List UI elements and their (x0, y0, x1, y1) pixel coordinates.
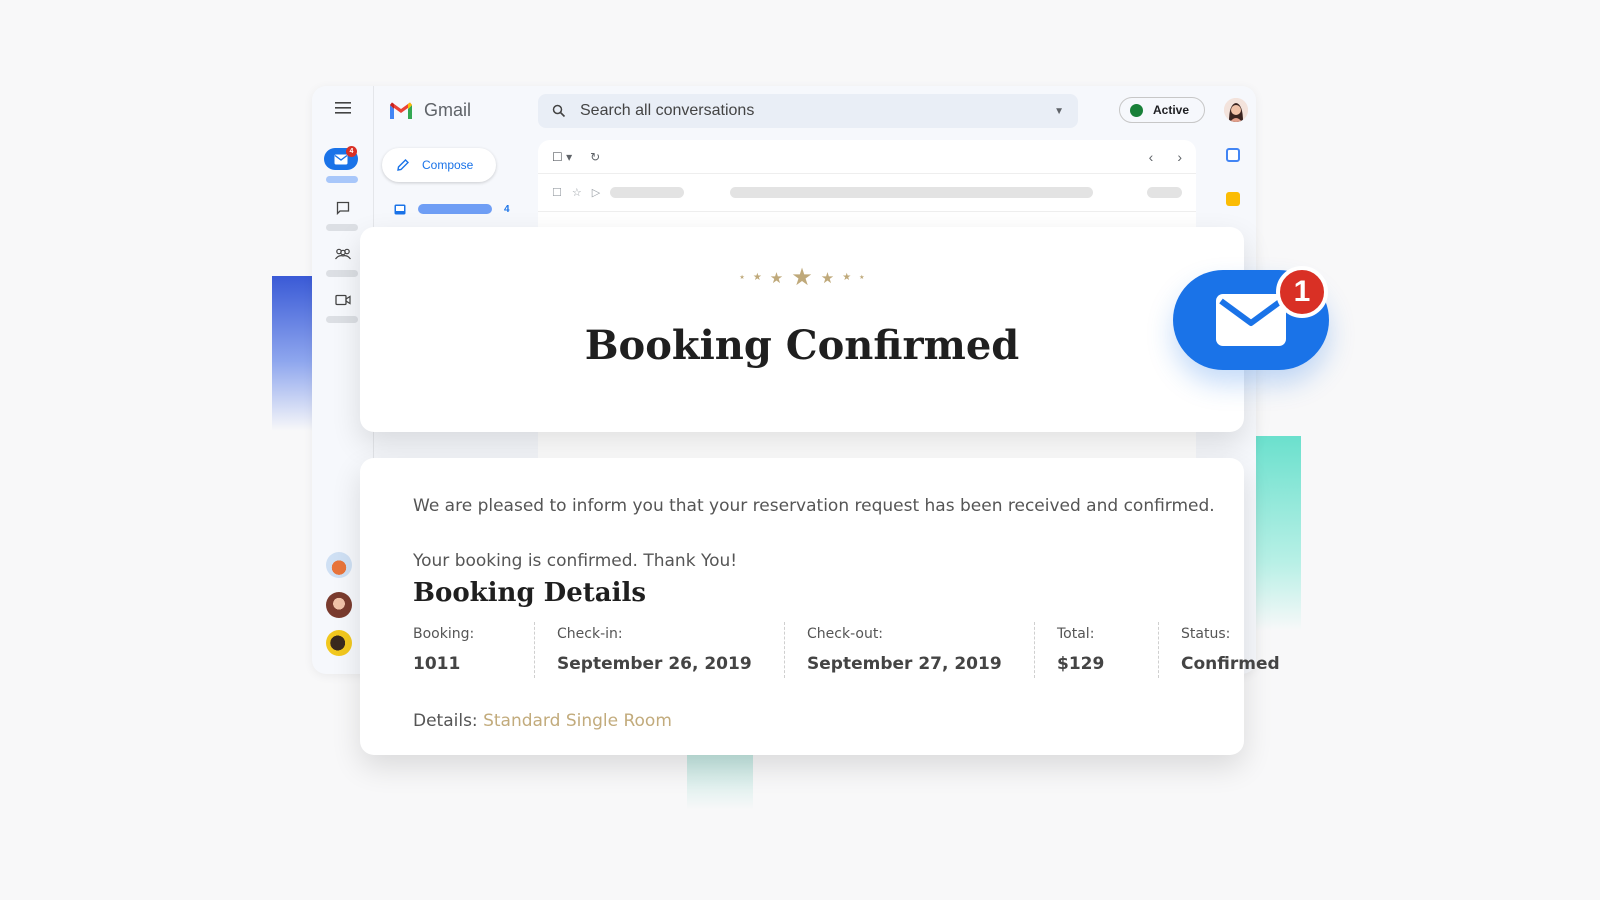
contact-avatar-3[interactable] (326, 630, 352, 656)
pencil-icon (397, 159, 409, 171)
check-out-column: Check-out: September 27, 2019 (807, 622, 1035, 678)
compose-label: Compose (422, 158, 474, 172)
rail-label-mail (326, 176, 358, 183)
status-column: Status: Confirmed (1181, 622, 1301, 678)
menu-icon[interactable] (330, 98, 356, 118)
thanks-text: Your booking is confirmed. Thank You! (413, 551, 738, 571)
status-label: Active (1153, 103, 1190, 117)
decor-teal-bar (1256, 436, 1301, 631)
meet-icon[interactable] (330, 290, 356, 310)
search-input[interactable]: Search all conversations (580, 102, 754, 120)
prev-page-icon[interactable]: ‹ (1149, 149, 1154, 165)
total-value: $129 (1057, 654, 1105, 674)
gmail-logo-icon (390, 102, 412, 119)
stars-ornament-icon: ★ ★ ★ ★ ★ ★ ★ (739, 264, 865, 291)
status-value: Confirmed (1181, 654, 1280, 674)
total-label: Total: (1057, 626, 1095, 642)
status-dot-icon (1130, 103, 1143, 117)
rail-label-spaces (326, 270, 358, 277)
inbox-count: 4 (504, 203, 510, 215)
sidebar-item-inbox[interactable]: 4 (382, 198, 522, 220)
subject-placeholder (730, 187, 1093, 198)
calendar-icon[interactable] (1226, 148, 1240, 162)
rail-label-meet (326, 316, 358, 323)
total-column: Total: $129 (1057, 622, 1159, 678)
check-in-column: Check-in: September 26, 2019 (557, 622, 785, 678)
details-heading: Booking Details (413, 578, 647, 608)
list-item[interactable]: ☐ ☆ ▷ (538, 174, 1196, 212)
booking-id-column: Booking: 1011 (413, 622, 535, 678)
room-details: Details: Standard Single Room (413, 711, 672, 731)
account-avatar[interactable] (1224, 98, 1248, 122)
search-icon (552, 104, 566, 118)
compose-button[interactable]: Compose (382, 148, 496, 182)
spaces-icon[interactable] (330, 244, 356, 264)
rail-unread-badge: 4 (346, 146, 357, 157)
confirmation-header-card: ★ ★ ★ ★ ★ ★ ★ Booking Confirmed (360, 227, 1244, 432)
room-type-link[interactable]: Standard Single Room (483, 711, 672, 731)
gmail-logo[interactable]: Gmail (388, 100, 471, 121)
search-options-icon[interactable]: ▼ (1054, 106, 1064, 117)
refresh-icon[interactable]: ↻ (590, 150, 600, 164)
mail-icon (334, 154, 348, 164)
status-toggle[interactable]: Active (1119, 97, 1205, 123)
chat-icon[interactable] (330, 198, 356, 218)
next-page-icon[interactable]: › (1177, 149, 1182, 165)
notification-badge: 1 (1276, 266, 1328, 318)
booking-details-card: We are pleased to inform you that your r… (360, 458, 1280, 755)
date-placeholder (1146, 187, 1182, 198)
row-checkbox[interactable]: ☐ (552, 186, 562, 199)
app-name: Gmail (424, 100, 472, 120)
page-title: Booking Confirmed (584, 322, 1020, 369)
select-all-checkbox[interactable]: ☐ ▾ (552, 150, 572, 164)
check-in-label: Check-in: (557, 626, 623, 642)
inbox-icon (394, 204, 406, 214)
important-icon[interactable]: ▷ (592, 186, 600, 199)
contact-avatar-1[interactable] (326, 552, 352, 578)
decor-blue-bar (272, 276, 312, 431)
booking-details-row: Booking: 1011 Check-in: September 26, 20… (413, 622, 1301, 678)
right-side-panel (1226, 148, 1242, 236)
status-label-text: Status: (1181, 626, 1231, 642)
contact-avatar-2[interactable] (326, 592, 352, 618)
check-in-value: September 26, 2019 (557, 654, 752, 674)
keep-icon[interactable] (1226, 192, 1240, 206)
booking-id-value: 1011 (413, 654, 461, 674)
booking-id-label: Booking: (413, 626, 475, 642)
rail-label-chat (326, 224, 358, 231)
room-details-label: Details: (413, 711, 478, 731)
intro-text: We are pleased to inform you that your r… (413, 496, 1215, 516)
star-icon[interactable]: ☆ (572, 186, 582, 199)
list-toolbar: ☐ ▾ ↻ ‹ › (538, 140, 1196, 174)
search-bar[interactable]: Search all conversations ▼ (538, 94, 1078, 128)
check-out-label: Check-out: (807, 626, 884, 642)
check-out-value: September 27, 2019 (807, 654, 1002, 674)
inbox-label-placeholder (418, 204, 492, 214)
sender-placeholder (610, 187, 685, 198)
